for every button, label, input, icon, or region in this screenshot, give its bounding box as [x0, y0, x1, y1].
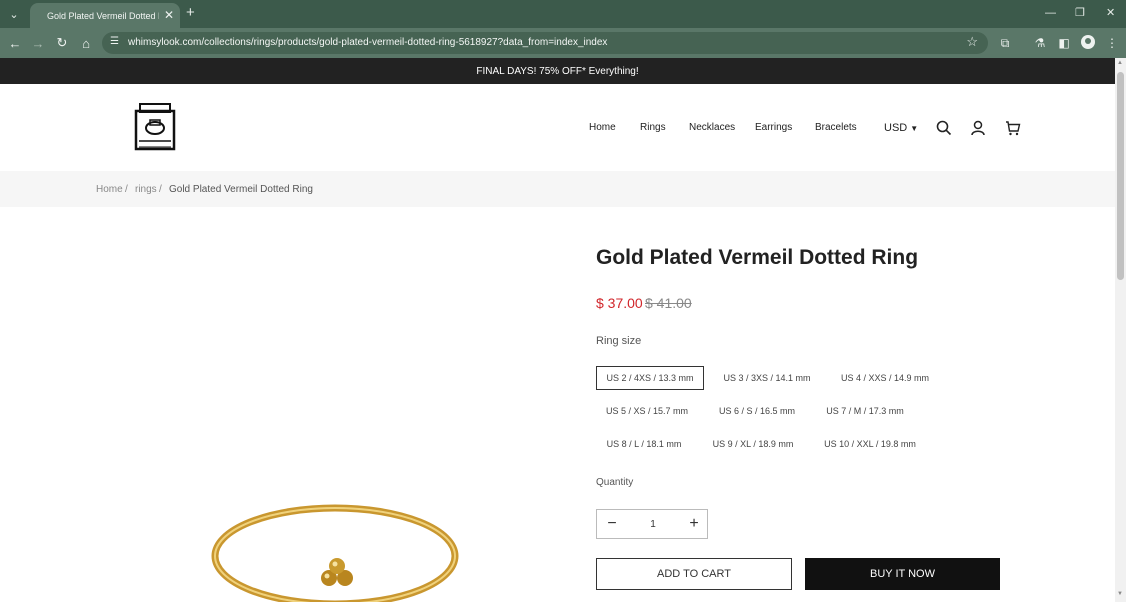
currency-selector[interactable]: USD ▼ — [884, 122, 918, 134]
sale-price: $ 37.00 — [596, 295, 643, 311]
announcement-bar: FINAL DAYS! 75% OFF* Everything! — [0, 58, 1115, 84]
currency-label: USD — [884, 122, 908, 134]
scroll-thumb[interactable] — [1117, 72, 1124, 280]
side-panel-icon[interactable]: ◧ — [1056, 35, 1072, 51]
breadcrumb-home[interactable]: Home — [96, 184, 123, 195]
compare-price: $ 41.00 — [645, 295, 692, 311]
size-option[interactable]: US 10 / XXL / 19.8 mm — [814, 432, 926, 456]
profile-icon[interactable] — [1081, 35, 1095, 49]
quantity-input[interactable]: 1 — [627, 510, 679, 538]
address-bar[interactable]: ☰ whimsylook.com/collections/rings/produ… — [102, 32, 988, 54]
scroll-up-icon[interactable]: ▲ — [1117, 60, 1123, 66]
browser-toolbar: ← → ↻ ⌂ ☰ whimsylook.com/collections/rin… — [0, 28, 1126, 58]
size-option[interactable]: US 8 / L / 18.1 mm — [596, 432, 692, 456]
back-icon[interactable]: ← — [6, 34, 24, 52]
minus-icon[interactable]: − — [597, 510, 627, 538]
home-icon[interactable]: ⌂ — [77, 34, 95, 52]
size-option[interactable]: US 6 / S / 16.5 mm — [708, 399, 806, 423]
nav-necklaces[interactable]: Necklaces — [689, 122, 735, 133]
reload-icon[interactable]: ↻ — [53, 34, 71, 52]
new-tab-button[interactable]: + — [186, 5, 195, 21]
size-option[interactable]: US 2 / 4XS / 13.3 mm — [596, 366, 704, 390]
close-icon[interactable]: ✕ — [1106, 6, 1115, 20]
nav-earrings[interactable]: Earrings — [755, 122, 792, 133]
scroll-down-icon[interactable]: ▼ — [1117, 591, 1123, 597]
page-scrollbar[interactable]: ▲ ▼ — [1115, 58, 1126, 602]
plus-icon[interactable]: + — [679, 510, 709, 538]
product-image[interactable] — [205, 478, 465, 602]
quantity-stepper: − 1 + — [596, 509, 708, 539]
size-option[interactable]: US 3 / 3XS / 14.1 mm — [714, 366, 820, 390]
buy-now-button[interactable]: BUY IT NOW — [805, 558, 1000, 590]
ring-size-label: Ring size — [596, 335, 642, 347]
site-header: Home Rings Necklaces Earrings Bracelets … — [0, 84, 1115, 171]
browser-tab-bar: ⌄ Gold Plated Vermeil Dotted Ring ✕ + — … — [0, 0, 1126, 28]
account-icon[interactable] — [970, 120, 986, 136]
tab-search-icon[interactable]: ⌄ — [6, 6, 22, 22]
search-icon[interactable] — [936, 120, 952, 136]
bookmark-star-icon[interactable]: ☆ — [966, 34, 978, 50]
url-text[interactable]: whimsylook.com/collections/rings/product… — [128, 37, 607, 48]
size-option[interactable]: US 9 / XL / 18.9 mm — [702, 432, 804, 456]
quantity-label: Quantity — [596, 477, 634, 488]
nav-home[interactable]: Home — [589, 122, 616, 133]
minimize-icon[interactable]: — — [1045, 6, 1056, 20]
store-logo[interactable] — [134, 103, 176, 153]
maximize-icon[interactable]: ❐ — [1075, 6, 1085, 20]
site-info-icon[interactable]: ☰ — [110, 36, 119, 47]
breadcrumb: Home / rings / Gold Plated Vermeil Dotte… — [0, 171, 1115, 207]
browser-tab[interactable]: Gold Plated Vermeil Dotted Ring ✕ — [30, 3, 180, 28]
breadcrumb-separator: / — [159, 184, 162, 195]
size-option[interactable]: US 7 / M / 17.3 mm — [816, 399, 914, 423]
breadcrumb-current: Gold Plated Vermeil Dotted Ring — [169, 184, 313, 195]
breadcrumb-rings[interactable]: rings — [135, 184, 157, 195]
tab-close-icon[interactable]: ✕ — [164, 8, 174, 22]
labs-icon[interactable]: ⚗ — [1032, 35, 1048, 51]
product-title: Gold Plated Vermeil Dotted Ring — [596, 246, 919, 269]
cart-icon[interactable] — [1005, 120, 1021, 136]
nav-rings[interactable]: Rings — [640, 122, 666, 133]
chevron-down-icon: ▼ — [910, 124, 919, 133]
add-to-cart-button[interactable]: ADD TO CART — [596, 558, 792, 590]
tab-title: Gold Plated Vermeil Dotted Ring — [47, 10, 159, 21]
nav-bracelets[interactable]: Bracelets — [815, 122, 857, 133]
size-option[interactable]: US 4 / XXS / 14.9 mm — [832, 366, 938, 390]
menu-icon[interactable]: ⋮ — [1104, 35, 1120, 51]
breadcrumb-separator: / — [125, 184, 128, 195]
forward-icon[interactable]: → — [29, 34, 47, 52]
extensions-icon[interactable]: ⧉ — [997, 35, 1013, 51]
size-option[interactable]: US 5 / XS / 15.7 mm — [596, 399, 698, 423]
